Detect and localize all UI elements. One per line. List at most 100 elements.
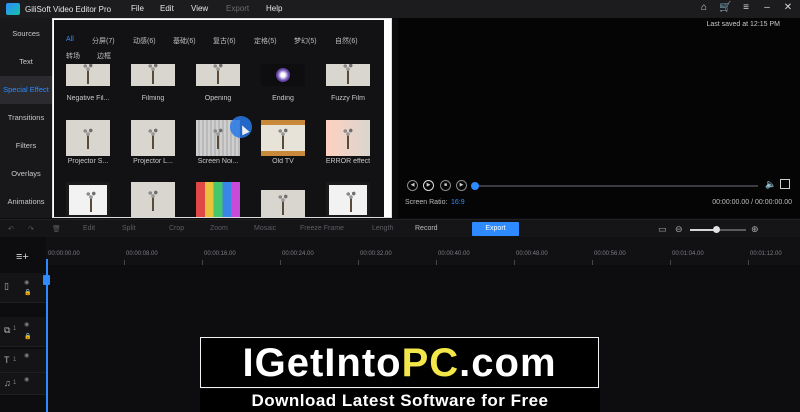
track-eye-icon[interactable]: ◉: [24, 279, 29, 286]
split-button[interactable]: Split: [122, 225, 136, 232]
effect-thumb-filming[interactable]: [131, 64, 175, 86]
nav-overlays[interactable]: Overlays: [0, 160, 52, 188]
watermark-title-b: PC: [401, 341, 460, 385]
effect-thumb-projector-s[interactable]: [66, 120, 110, 156]
effects-panel: All 分屏(7) 动感(6) 基础(6) 复古(6) 定格(5) 梦幻(5) …: [52, 18, 392, 218]
menu-edit[interactable]: Edit: [160, 4, 174, 13]
nav-transitions[interactable]: Transitions: [0, 104, 52, 132]
track-lock-icon[interactable]: 🔒: [24, 289, 31, 296]
next-frame-icon[interactable]: ▶: [456, 180, 467, 191]
playhead-handle[interactable]: [43, 275, 50, 285]
minimize-icon[interactable]: –: [761, 2, 773, 14]
tab-basic[interactable]: 基础(6): [173, 36, 196, 46]
nav-filters[interactable]: Filters: [0, 132, 52, 160]
tick: [280, 260, 281, 265]
delete-icon[interactable]: 🗑: [52, 225, 61, 233]
zoom-button[interactable]: Zoom: [210, 225, 228, 232]
zoom-in-icon[interactable]: ⊕: [751, 224, 759, 235]
tick: [358, 260, 359, 265]
effect-thumb-old-tv[interactable]: [261, 120, 305, 156]
freeze-frame-button[interactable]: Freeze Frame: [300, 225, 344, 232]
cart-icon[interactable]: 🛒: [719, 2, 731, 14]
zoom-slider-knob[interactable]: [713, 226, 720, 233]
home-icon[interactable]: ⌂: [698, 2, 710, 14]
close-icon[interactable]: ✕: [782, 2, 794, 14]
redo-icon[interactable]: ↷: [28, 225, 34, 233]
edit-button[interactable]: Edit: [83, 225, 95, 232]
effect-label: Negative Fil...: [66, 95, 110, 102]
fit-icon[interactable]: ▭: [658, 224, 667, 235]
menu-icon[interactable]: ≡: [740, 2, 752, 14]
menu-help[interactable]: Help: [266, 4, 282, 13]
timeline-ruler[interactable]: 00:00:00.00 00:00:08.00 00:00:16.00 00:0…: [46, 237, 800, 265]
effect-thumb-row3-3[interactable]: [196, 182, 240, 217]
tab-border[interactable]: 边框: [97, 51, 111, 61]
add-track-icon[interactable]: ≡+: [16, 251, 29, 263]
pip-track-header[interactable]: ⧉ 1 ◉ 🔒: [0, 317, 46, 347]
effect-label: Filming: [141, 95, 165, 102]
export-button[interactable]: Export: [472, 222, 519, 236]
effect-thumb-projector-l[interactable]: [131, 120, 175, 156]
progress-track[interactable]: [474, 185, 758, 187]
volume-icon[interactable]: 🔈: [765, 179, 776, 190]
effect-thumb-row3-1[interactable]: [66, 182, 110, 217]
effect-thumb-row3-5[interactable]: [326, 182, 370, 217]
zoom-out-icon[interactable]: ⊖: [675, 224, 683, 235]
effect-thumb-row3-2[interactable]: [131, 182, 175, 217]
prev-frame-icon[interactable]: ◀: [407, 180, 418, 191]
tab-all[interactable]: All: [66, 36, 74, 43]
tick-label: 00:00:08.00: [126, 251, 158, 257]
playback-controls: ◀ ▶ ■ ▶ 🔈: [398, 176, 800, 200]
effect-label: Projector L...: [133, 158, 173, 165]
crop-button[interactable]: Crop: [169, 225, 184, 232]
nav-sources[interactable]: Sources: [0, 20, 52, 48]
track-eye-icon[interactable]: ◉: [24, 352, 29, 359]
tick: [592, 260, 593, 265]
record-button[interactable]: Record: [415, 225, 438, 232]
effect-thumb-row3-4[interactable]: [261, 190, 305, 217]
effect-label: Projector S...: [67, 158, 109, 165]
tab-split-screen[interactable]: 分屏(7): [92, 36, 115, 46]
tick-label: 00:00:56.00: [594, 251, 626, 257]
effect-thumb-error-effect[interactable]: [326, 120, 370, 156]
effect-thumb-negative-film[interactable]: [66, 64, 110, 86]
menu-view[interactable]: View: [191, 4, 208, 13]
text-track-header[interactable]: T 1 ◉: [0, 349, 46, 373]
progress-knob[interactable]: [471, 182, 479, 190]
track-eye-icon[interactable]: ◉: [24, 321, 29, 328]
last-saved-text: Last saved at 12:15 PM: [706, 21, 780, 28]
length-button[interactable]: Length: [372, 225, 393, 232]
effect-thumb-ending[interactable]: [261, 64, 305, 86]
effect-label: Old TV: [272, 158, 294, 165]
undo-icon[interactable]: ↶: [8, 225, 14, 233]
tab-nature[interactable]: 自然(6): [335, 36, 358, 46]
tab-dynamic[interactable]: 动感(6): [133, 36, 156, 46]
track-lock-icon[interactable]: 🔒: [24, 333, 31, 340]
effect-thumb-fuzzy-film[interactable]: [326, 64, 370, 86]
tab-dreamy[interactable]: 梦幻(5): [294, 36, 317, 46]
tick-label: 00:00:00.00: [48, 251, 80, 257]
screen-ratio-value[interactable]: 16:9: [451, 199, 465, 206]
stop-icon[interactable]: ■: [440, 180, 451, 191]
effect-thumb-opening[interactable]: [196, 64, 240, 86]
tick: [124, 260, 125, 265]
tab-retro[interactable]: 复古(6): [213, 36, 236, 46]
nav-animations[interactable]: Animations: [0, 188, 52, 216]
effect-label: Fuzzy Film: [331, 95, 365, 102]
track-volume-icon[interactable]: ◉: [24, 376, 29, 383]
music-track-header[interactable]: ♫ 1 ◉: [0, 373, 46, 395]
mosaic-button[interactable]: Mosaic: [254, 225, 276, 232]
menu-file[interactable]: File: [131, 4, 144, 13]
tab-transition[interactable]: 转场: [66, 51, 80, 61]
title-bar: GiliSoft Video Editor Pro File Edit View…: [0, 0, 800, 18]
play-icon[interactable]: ▶: [423, 180, 434, 191]
video-track-header[interactable]: ▯ ◉ 🔒: [0, 273, 46, 303]
timecode: 00:00:00.00 / 00:00:00.00: [712, 199, 792, 206]
nav-special-effect[interactable]: Special Effect: [0, 76, 52, 104]
edit-toolbar: ↶ ↷ 🗑 Edit Split Crop Zoom Mosaic Freeze…: [0, 219, 800, 237]
fullscreen-icon[interactable]: [780, 179, 790, 189]
tab-freeze[interactable]: 定格(5): [254, 36, 277, 46]
nav-text[interactable]: Text: [0, 48, 52, 76]
tick: [436, 260, 437, 265]
menu-export[interactable]: Export: [226, 4, 249, 13]
